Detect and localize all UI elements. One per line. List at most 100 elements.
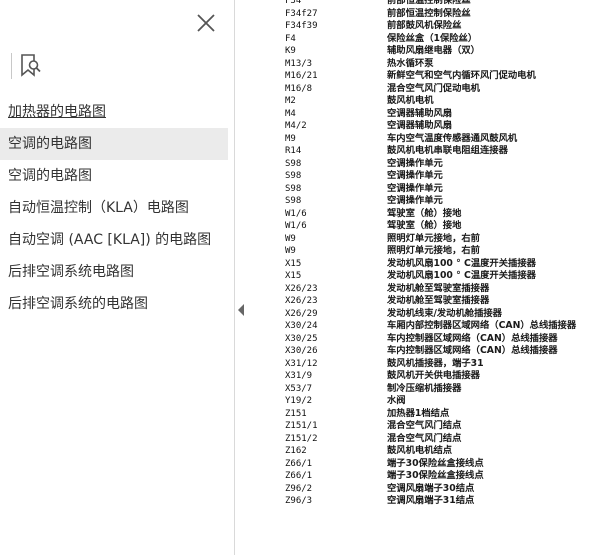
component-code: K9	[285, 46, 296, 56]
legend-row: W9 照明灯单元接地，右前	[246, 233, 600, 246]
toolbar-divider	[11, 53, 12, 79]
component-code: Z151	[285, 408, 307, 419]
component-code: S98	[285, 196, 302, 206]
legend-row: X26/23 发动机舱至驾驶室插接器	[246, 295, 600, 308]
component-description: 发动机舱至驾驶室插接器	[387, 282, 490, 294]
component-code: M13/3	[285, 58, 313, 69]
sidebar-bookmark-item[interactable]: 空调的电路图	[0, 160, 234, 192]
component-description: 车厢内部控制器区域网络（CAN）总线插接器	[387, 320, 577, 331]
component-description: 前部鼓风机保险丝	[387, 20, 462, 31]
legend-row: F34f39 前部鼓风机保险丝	[246, 20, 600, 33]
component-code: Z96/2	[285, 483, 313, 494]
component-description: 新鲜空气和空气内循环风门促动电机	[387, 70, 536, 81]
legend-row: R14 鼓风机电机串联电阻组连接器	[246, 145, 600, 158]
sidebar-bookmark-item[interactable]: 自动恒温控制（KLA）电路图	[0, 192, 234, 224]
component-code: M4	[285, 108, 296, 119]
legend-row: X15 发动机风扇100 ° C温度开关插接器	[246, 258, 600, 271]
component-description: 空调操作单元	[387, 157, 443, 169]
component-code: X53/7	[285, 383, 313, 394]
legend-row: M16/8 混合空气风门促动电机	[246, 83, 600, 96]
document-page: F34 前部恒温控制保险丝 F34f27 前部恒温控制保险丝 F34f39 前部鼓风机保险…	[246, 0, 600, 555]
component-code: Z162	[285, 446, 307, 456]
sidebar-bookmark-item[interactable]: 后排空调系统电路图	[0, 256, 234, 288]
component-code: Z66/1	[285, 458, 313, 469]
component-description: 鼓风机电机	[387, 95, 434, 106]
component-code: Y19/2	[285, 396, 313, 406]
component-description: 空调风扇端子31结点	[387, 495, 475, 506]
component-code: F34f27	[285, 8, 318, 19]
component-description: 混合空气风门结点	[387, 432, 462, 444]
sidebar: 加热器的电路图 空调的电路图 空调的电路图自动恒温控制（KLA）电路图自动空调 (A…	[0, 0, 235, 555]
legend-row: S98 空调操作单元	[246, 195, 600, 208]
legend-row: X31/12 鼓风机插接器，端子31	[246, 358, 600, 371]
component-code: W1/6	[285, 221, 307, 231]
component-description: 加热器1档结点	[387, 407, 450, 419]
sidebar-bookmark-item[interactable]: 后排空调系统的电路图	[0, 288, 234, 320]
component-code: M9	[285, 133, 296, 144]
component-code: M2	[285, 96, 296, 106]
component-code: X26/23	[285, 283, 318, 294]
component-code: Z66/1	[285, 471, 313, 481]
sidebar-bookmark-label: 自动空调 (AAC [KLA]) 的电路图	[8, 232, 212, 248]
legend-row: F4 保险丝盒（1保险丝）	[246, 33, 600, 46]
component-description: 保险丝盒（1保险丝）	[387, 32, 478, 44]
bookmark-search-icon[interactable]	[18, 53, 44, 79]
legend-row: Z151 加热器1档结点	[246, 408, 600, 421]
component-description: 发动机风扇100 ° C温度开关插接器	[387, 270, 536, 281]
component-code: F4	[285, 33, 296, 44]
component-code: X15	[285, 271, 302, 281]
legend-row: M16/21 新鲜空气和空气内循环风门促动电机	[246, 70, 600, 83]
component-description: 空调器辅助风扇	[387, 107, 453, 119]
sidebar-bookmark-item[interactable]: 空调的电路图	[0, 128, 228, 160]
legend-row: Z96/3 空调风扇端子31结点	[246, 495, 600, 508]
triangle-left-icon[interactable]	[236, 300, 246, 320]
legend-row: M4 空调器辅助风扇	[246, 108, 600, 121]
sidebar-bookmark-label: 空调的电路图	[8, 168, 92, 184]
sidebar-bookmark-item[interactable]: 自动空调 (AAC [KLA]) 的电路图	[0, 224, 234, 256]
component-description: 水阀	[387, 395, 406, 406]
component-code: X31/12	[285, 358, 318, 369]
component-code: X26/29	[285, 308, 318, 319]
legend-row: M4/2 空调器辅助风扇	[246, 120, 600, 133]
component-description: 照明灯单元接地，右前	[387, 245, 480, 256]
component-code: Z151/1	[285, 421, 318, 431]
legend-row: X53/7 制冷压缩机插接器	[246, 383, 600, 396]
sidebar-bookmark-item[interactable]: 加热器的电路图	[0, 96, 234, 128]
component-code: S98	[285, 158, 302, 169]
component-description: 空调器辅助风扇	[387, 120, 453, 131]
component-code: S98	[285, 183, 302, 194]
legend-row: Z162 鼓风机电机结点	[246, 445, 600, 458]
sidebar-bookmark-label: 后排空调系统电路图	[8, 264, 134, 280]
component-description: 车内控制器区域网络（CAN）总线插接器	[387, 332, 558, 344]
component-code: X15	[285, 258, 302, 269]
component-description: 辅助风扇继电器（双）	[387, 45, 480, 56]
component-description: 空调操作单元	[387, 170, 443, 181]
sidebar-bookmark-label: 后排空调系统的电路图	[8, 296, 148, 312]
component-code: X30/26	[285, 346, 318, 356]
component-code: X31/9	[285, 371, 313, 381]
component-description: 照明灯单元接地，右前	[387, 232, 480, 244]
component-description: 驾驶室（舱）接地	[387, 220, 462, 231]
sidebar-bookmark-label: 加热器的电路图	[8, 104, 106, 120]
legend-row: X26/29 发动机线束/发动机舱插接器	[246, 308, 600, 321]
component-description: 车内空气温度传感器通风鼓风机	[387, 132, 518, 144]
component-description: 鼓风机电机串联电阻组连接器	[387, 145, 508, 156]
legend-row: Z66/1 端子30保险丝盒接线点	[246, 470, 600, 483]
component-code: Z96/3	[285, 496, 313, 506]
component-code: S98	[285, 171, 302, 181]
legend-row: Z96/2 空调风扇端子30结点	[246, 483, 600, 496]
sidebar-bookmark-label: 空调的电路图	[8, 136, 92, 152]
legend-row: M13/3 热水循环泵	[246, 58, 600, 71]
component-description: 鼓风机开关供电插接器	[387, 370, 480, 381]
legend-row: K9 辅助风扇继电器（双）	[246, 45, 600, 58]
component-description: 发动机线束/发动机舱插接器	[387, 307, 502, 319]
legend-row: F34 前部恒温控制保险丝	[246, 0, 600, 8]
close-icon[interactable]	[194, 11, 218, 35]
legend-row: S98 空调操作单元	[246, 183, 600, 196]
component-description: 制冷压缩机插接器	[387, 382, 462, 394]
legend-row: X31/9 鼓风机开关供电插接器	[246, 370, 600, 383]
component-description: 空调操作单元	[387, 195, 443, 206]
component-description: 前部恒温控制保险丝	[387, 0, 471, 6]
bookmark-list: 加热器的电路图 空调的电路图 空调的电路图自动恒温控制（KLA）电路图自动空调 (A…	[0, 96, 234, 320]
component-description: 发动机舱至驾驶室插接器	[387, 295, 490, 306]
